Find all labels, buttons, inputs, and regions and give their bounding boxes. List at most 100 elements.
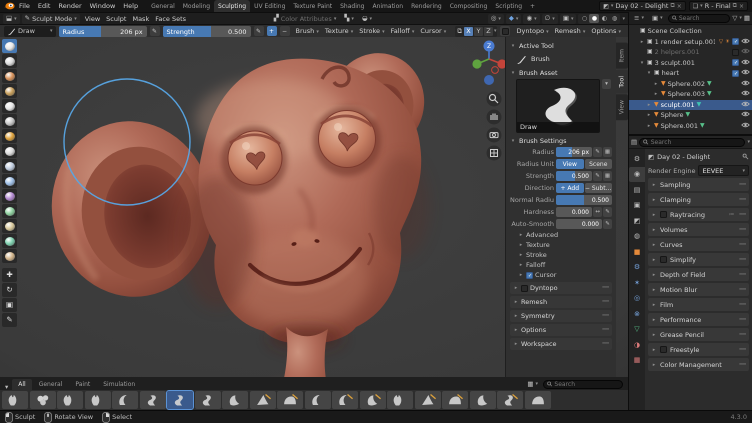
panel-color-management[interactable]: ▸Color Management══ [648, 358, 749, 371]
menu-edit[interactable]: Edit [34, 2, 55, 10]
outliner-row-sculpt-001[interactable]: ▸▼sculpt.001▼ [629, 100, 752, 111]
tool-draw[interactable] [2, 39, 17, 53]
shelf-tab-simulation[interactable]: Simulation [97, 379, 141, 390]
tool-crease[interactable] [2, 144, 17, 158]
panel-sampling[interactable]: ▸Sampling══ [648, 178, 749, 191]
color-attributes-dropdown[interactable]: ▞ Color Attributes▾ [271, 14, 340, 24]
brush-thumbnail[interactable] [250, 391, 276, 409]
new-collection-button[interactable]: ▣▾ [649, 13, 666, 23]
brush-thumbnail[interactable] [332, 391, 358, 409]
pressure-icon[interactable]: ✎ [603, 219, 612, 229]
panel-options[interactable]: ▸Options══ [510, 324, 612, 336]
brush-type-dropdown[interactable]: Draw▾ [4, 26, 56, 37]
tool-layer[interactable] [2, 99, 17, 113]
simplify-checkbox[interactable] [660, 256, 667, 263]
brush-asset-preview[interactable]: Draw [516, 79, 600, 133]
zoom-button[interactable] [487, 92, 502, 107]
brush-thumbnail[interactable] [112, 391, 138, 409]
brush-thumbnail[interactable] [497, 391, 523, 409]
brush-thumbnail[interactable] [195, 391, 221, 409]
tool-flatten[interactable] [2, 174, 17, 188]
properties-search[interactable] [639, 138, 745, 147]
new-scene-button[interactable]: ⧉ [670, 2, 674, 10]
expand-icon[interactable]: ▸ [646, 123, 652, 129]
auto-smooth-slider[interactable]: 0.000 [556, 219, 602, 229]
editor-type-dropdown[interactable]: ⬓▾ [3, 14, 20, 24]
panel-symmetry[interactable]: ▸Symmetry══ [510, 310, 612, 322]
tool-grab[interactable] [2, 219, 17, 233]
shading-solid[interactable]: ● [589, 14, 599, 23]
expand-icon[interactable]: ▾ [639, 60, 645, 66]
shelf-search-input[interactable] [554, 381, 619, 388]
menu-file[interactable]: File [15, 2, 34, 10]
mirror-x-toggle[interactable]: X [464, 27, 473, 36]
properties-tab-constraints[interactable]: ⊗ [629, 306, 645, 322]
outliner-row-sphere-003[interactable]: ▸▼Sphere.003▼ [629, 89, 752, 100]
visibility-toggle[interactable] [741, 122, 750, 130]
tab-scripting[interactable]: Scripting [491, 0, 526, 12]
normal-radius-slider[interactable]: 0.500 [556, 195, 612, 205]
gizmos-icon[interactable]: ∅▾ [542, 14, 558, 24]
brush-thumbnail[interactable] [415, 391, 441, 409]
menu-sculpt[interactable]: Sculpt [103, 15, 129, 23]
menu-help[interactable]: Help [119, 2, 142, 10]
panel-volumes[interactable]: ▸Volumes══ [648, 223, 749, 236]
menu-options[interactable]: Options ▾ [588, 27, 624, 35]
mirror-y-toggle[interactable]: Y [474, 27, 483, 36]
properties-tab-world[interactable]: ◍ [629, 229, 645, 245]
menu-remesh[interactable]: Remesh ▾ [552, 27, 589, 35]
radius-slider[interactable]: Radius206 px [59, 26, 147, 37]
outliner-row-sphere-002[interactable]: ▸▼Sphere.002▼ [629, 79, 752, 90]
visibility-toggle[interactable] [741, 111, 750, 119]
shelf-search[interactable] [543, 380, 623, 389]
delete-scene-button[interactable]: × [677, 3, 682, 10]
visibility-toggle[interactable] [741, 38, 750, 46]
menu-falloff[interactable]: Falloff ▾ [388, 27, 418, 35]
tab-general[interactable]: General [147, 0, 179, 12]
properties-filter-dropdown[interactable]: ▾ [747, 139, 750, 145]
brush-thumbnail[interactable] [30, 391, 56, 409]
brush-thumbnail[interactable] [360, 391, 386, 409]
properties-search-input[interactable] [651, 139, 742, 146]
radius-unit-option-view[interactable]: View [556, 159, 584, 169]
tab-rendering[interactable]: Rendering [407, 0, 446, 12]
brush-asset-panel-header[interactable]: ▾Brush Asset [510, 67, 612, 78]
panel-depth-of-field[interactable]: ▸Depth of Field══ [648, 268, 749, 281]
mirror-z-toggle[interactable]: Z [484, 27, 493, 36]
arrows-icon[interactable]: ↔ [593, 207, 602, 217]
dyntopo-checkbox[interactable] [521, 285, 528, 292]
outliner-row-sphere-001[interactable]: ▸▼Sphere.001▼ [629, 121, 752, 132]
menu-mask[interactable]: Mask [129, 15, 152, 23]
brush-thumbnail[interactable] [85, 391, 111, 409]
subpanel-advanced[interactable]: ▸Advanced [510, 230, 612, 240]
mode-dropdown[interactable]: ✎ Sculpt Mode▾ [22, 14, 80, 24]
tab-uv-editing[interactable]: UV Editing [250, 0, 289, 12]
pressure-icon[interactable]: ✎ [593, 147, 602, 157]
delete-view-layer-button[interactable]: × [739, 3, 744, 10]
menu-face-sets[interactable]: Face Sets [152, 15, 189, 23]
strength-pressure-toggle[interactable]: ✎ [254, 26, 264, 36]
panel-workspace[interactable]: ▸Workspace══ [510, 338, 612, 350]
pressure-icon[interactable]: ✎ [593, 171, 602, 181]
outliner-display-mode-dropdown[interactable]: ≡▾ [631, 13, 647, 23]
tool-smooth[interactable] [2, 159, 17, 173]
menu-brush[interactable]: Brush ▾ [293, 27, 322, 35]
outliner-row-scene-collection[interactable]: ▣Scene Collection [629, 26, 752, 37]
attribute-palette-icon[interactable]: ▚▾ [341, 14, 357, 24]
radius-unit-option-scene[interactable]: Scene [585, 159, 613, 169]
add-workspace-tab[interactable]: + [526, 0, 539, 12]
shading-material-preview[interactable]: ◐ [599, 14, 609, 23]
active-tool-panel-header[interactable]: ▾Active Tool [510, 40, 612, 51]
properties-tab-scene[interactable]: ◩ [629, 213, 645, 229]
brush-thumbnail[interactable] [387, 391, 413, 409]
properties-tab-output[interactable]: ▤ [629, 182, 645, 198]
outliner-row-sphere[interactable]: ▸▼Sphere▼ [629, 110, 752, 121]
camera-view-button[interactable] [487, 128, 502, 143]
subpanel-stroke[interactable]: ▸Stroke [510, 250, 612, 260]
outliner-row-3-sculpt-001[interactable]: ▾▣3 sculpt.001 [629, 58, 752, 69]
tool-snake-hook[interactable] [2, 249, 17, 263]
panel-grease-pencil[interactable]: ▸Grease Pencil══ [648, 328, 749, 341]
brush-thumbnail[interactable] [442, 391, 468, 409]
brush-thumbnail[interactable] [2, 391, 28, 409]
subpanel-cursor[interactable]: ▸Cursor [510, 270, 612, 280]
